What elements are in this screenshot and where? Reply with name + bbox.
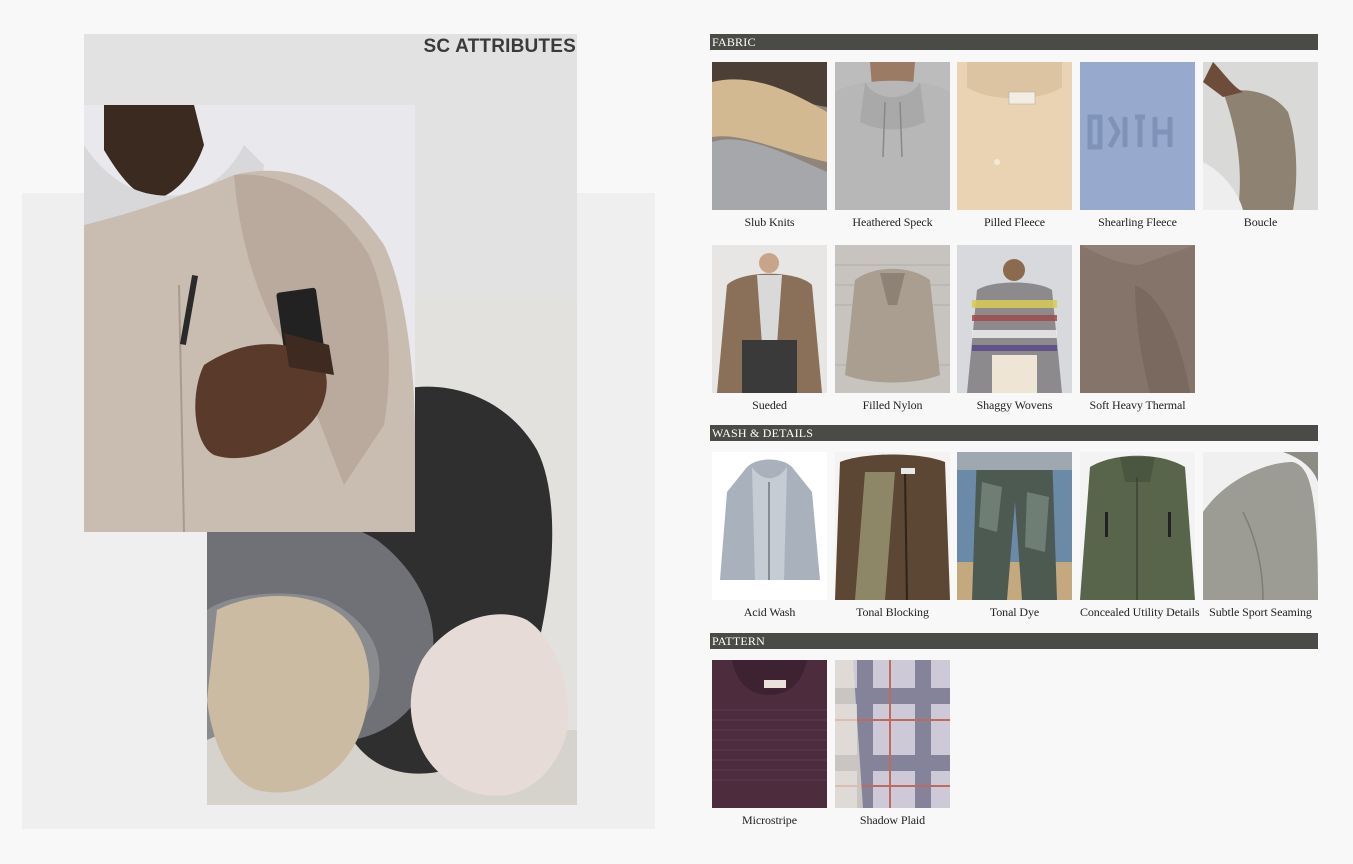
section-header-wash-details: WASH & DETAILS	[710, 425, 1318, 441]
swatch-tile-slub-knits[interactable]: Slub Knits	[712, 62, 827, 230]
swatch-tile-boucle[interactable]: Boucle	[1203, 62, 1318, 230]
concealed-utility-details-image	[1080, 452, 1195, 600]
microstripe-image	[712, 660, 827, 808]
swatch-tile-pilled-fleece[interactable]: Pilled Fleece	[957, 62, 1072, 230]
swatch-caption: Shadow Plaid	[859, 813, 926, 827]
swatch-caption: Tonal Dye	[989, 605, 1040, 619]
swatch-tile-soft-heavy-thermal[interactable]: Soft Heavy Thermal	[1080, 245, 1195, 413]
swatch-caption: Soft Heavy Thermal	[1089, 398, 1186, 412]
swatch-tile-tonal-blocking[interactable]: Tonal Blocking	[835, 452, 950, 620]
swatch-tile-shaggy-wovens[interactable]: Shaggy Wovens	[957, 245, 1072, 413]
section-header-pattern: PATTERN	[710, 633, 1318, 649]
soft-heavy-thermal-image	[1080, 245, 1195, 393]
filled-nylon-image	[835, 245, 950, 393]
shearling-fleece-image	[1080, 62, 1195, 210]
swatch-caption: Slub Knits	[744, 215, 795, 229]
swatch-caption: Heathered Speck	[852, 215, 933, 229]
swatch-caption: Sueded	[752, 398, 787, 412]
swatch-tile-concealed-utility-details[interactable]: Concealed Utility Details	[1080, 452, 1200, 620]
acid-wash-image	[712, 452, 827, 600]
sueded-image	[712, 245, 827, 393]
swatch-caption: Pilled Fleece	[983, 215, 1045, 229]
swatch-tile-tonal-dye[interactable]: Tonal Dye	[957, 452, 1072, 620]
swatch-tile-acid-wash[interactable]: Acid Wash	[712, 452, 827, 620]
pilled-fleece-image	[957, 62, 1072, 210]
swatch-tile-sueded[interactable]: Sueded	[712, 245, 827, 413]
swatch-tile-shadow-plaid[interactable]: Shadow Plaid	[835, 660, 950, 828]
swatch-caption: Concealed Utility Details	[1080, 605, 1200, 619]
swatch-tile-filled-nylon[interactable]: Filled Nylon	[835, 245, 950, 413]
swatch-caption: Subtle Sport Seaming	[1209, 605, 1312, 619]
swatch-tile-heathered-speck[interactable]: Heathered Speck	[835, 62, 950, 230]
model-jacket-photo	[84, 105, 415, 532]
swatch-caption: Shaggy Wovens	[976, 398, 1053, 412]
swatch-caption: Filled Nylon	[862, 398, 923, 412]
tonal-dye-image	[957, 452, 1072, 600]
swatch-caption: Tonal Blocking	[856, 605, 929, 619]
boucle-image	[1203, 62, 1318, 210]
swatch-tile-shearling-fleece[interactable]: Shearling Fleece	[1080, 62, 1195, 230]
swatch-tile-subtle-sport-seaming[interactable]: Subtle Sport Seaming	[1203, 452, 1318, 620]
swatch-tile-microstripe[interactable]: Microstripe	[712, 660, 827, 828]
swatch-caption: Microstripe	[742, 813, 797, 827]
page-title: SC ATTRIBUTES	[423, 36, 576, 57]
shadow-plaid-image	[835, 660, 950, 808]
slub-knits-image	[712, 62, 827, 210]
section-header-fabric: FABRIC	[710, 34, 1318, 50]
subtle-sport-seaming-image	[1203, 452, 1318, 600]
swatch-caption: Shearling Fleece	[1098, 215, 1177, 229]
swatch-caption: Acid Wash	[743, 605, 796, 619]
tonal-blocking-image	[835, 452, 950, 600]
swatch-caption: Boucle	[1243, 215, 1278, 229]
heathered-speck-image	[835, 62, 950, 210]
shaggy-wovens-image	[957, 245, 1072, 393]
